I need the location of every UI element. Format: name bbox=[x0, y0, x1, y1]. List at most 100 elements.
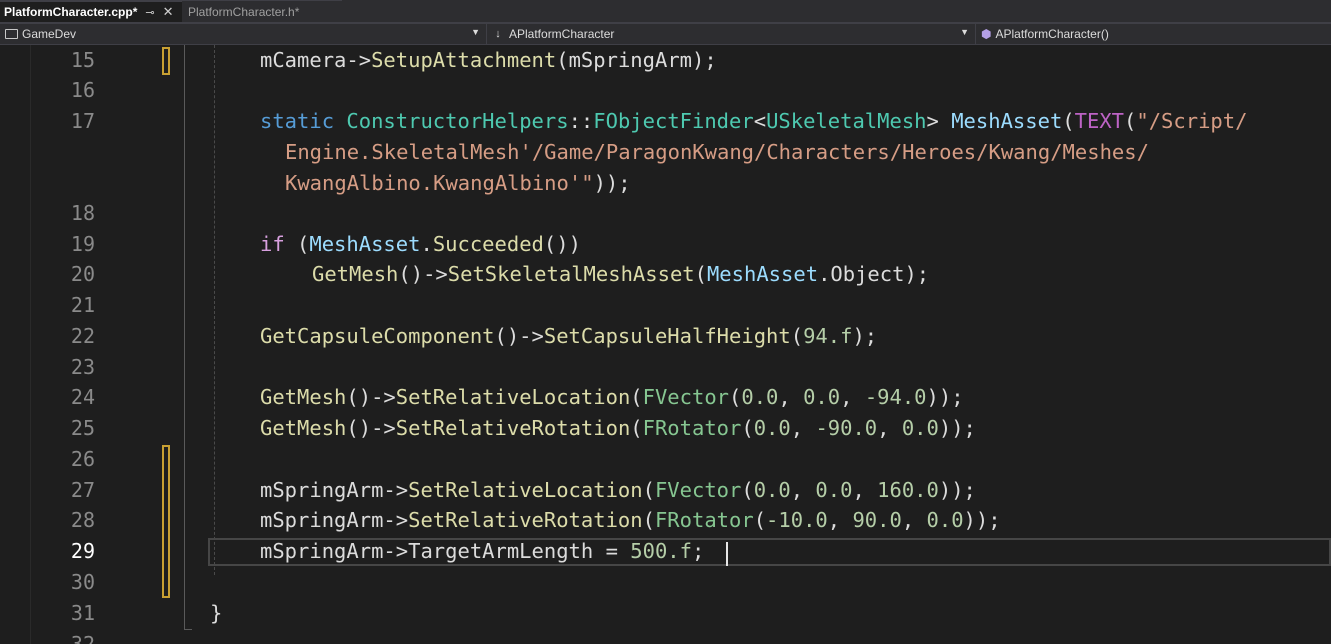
class-scope-icon: ↓ bbox=[495, 28, 501, 40]
code-token: ()) bbox=[543, 232, 581, 256]
code-token: , bbox=[840, 385, 865, 409]
code-token: < bbox=[753, 109, 767, 133]
code-line[interactable]: 16 bbox=[0, 75, 1331, 105]
member-dropdown[interactable]: ⬢ APlatformCharacter() bbox=[976, 24, 1331, 44]
code-line[interactable]: 20 GetMesh()->SetSkeletalMeshAsset(MeshAs… bbox=[0, 259, 1331, 289]
code-token: ( bbox=[729, 385, 742, 409]
code-line[interactable]: 30 bbox=[0, 567, 1331, 597]
code-line[interactable]: 26 bbox=[0, 444, 1331, 474]
code-token: 0.0 bbox=[901, 416, 939, 440]
code-token: , bbox=[901, 508, 927, 532]
code-line[interactable]: 32 bbox=[0, 629, 1331, 644]
code-line[interactable]: 27 mSpringArm->SetRelativeLocation(FVecto… bbox=[0, 475, 1331, 505]
code-token: 0.0 bbox=[926, 508, 964, 532]
code-editor[interactable]: 15 mCamera->SetupAttachment(mSpringArm); 1… bbox=[0, 45, 1331, 644]
code-token: :: bbox=[568, 109, 594, 133]
code-token: GetMesh bbox=[312, 262, 399, 286]
tab-label: PlatformCharacter.h* bbox=[188, 4, 300, 19]
code-token: 90.0 bbox=[852, 508, 902, 532]
tab-platformcharacter-h[interactable]: PlatformCharacter.h* bbox=[182, 0, 342, 22]
code-token: , bbox=[877, 416, 902, 440]
code-text: mSpringArm->TargetArmLength = 500.f; bbox=[260, 536, 704, 566]
method-cube-icon: ⬢ bbox=[981, 27, 992, 41]
code-line[interactable]: 18 bbox=[0, 198, 1331, 228]
code-text: mSpringArm->SetRelativeRotation(FRotator… bbox=[260, 505, 1001, 535]
code-token: mSpringArm->TargetArmLength = bbox=[260, 539, 631, 563]
code-token: -94.0 bbox=[864, 385, 927, 409]
code-token: SetCapsuleHalfHeight bbox=[543, 324, 791, 348]
code-text: static ConstructorHelpers::FObjectFinder… bbox=[260, 106, 1247, 136]
code-token: TEXT bbox=[1074, 109, 1125, 133]
code-token: FObjectFinder bbox=[593, 109, 754, 133]
code-token: )); bbox=[593, 171, 631, 195]
code-token: 500.f bbox=[630, 539, 692, 563]
code-token: KwangAlbino.KwangAlbino'" bbox=[285, 171, 594, 195]
code-token: GetMesh bbox=[260, 416, 347, 440]
code-token: > bbox=[926, 109, 952, 133]
line-number: 21 bbox=[70, 293, 95, 317]
code-line[interactable]: 28 mSpringArm->SetRelativeRotation(FRotat… bbox=[0, 505, 1331, 535]
code-line[interactable]: 15 mCamera->SetupAttachment(mSpringArm); bbox=[0, 45, 1331, 75]
code-token: ()-> bbox=[494, 324, 544, 348]
code-text: mSpringArm->SetRelativeLocation(FVector(… bbox=[260, 475, 976, 505]
code-token: USkeletalMesh bbox=[766, 109, 927, 133]
line-number: 24 bbox=[70, 385, 95, 409]
line-number: 30 bbox=[70, 570, 95, 594]
line-number: 31 bbox=[70, 601, 95, 625]
project-dropdown[interactable]: GameDev ▼ bbox=[0, 24, 487, 44]
code-token: ( bbox=[694, 262, 707, 286]
class-name: APlatformCharacter bbox=[509, 27, 615, 41]
line-number: 23 bbox=[70, 355, 95, 379]
code-line[interactable]: 25 GetMesh()->SetRelativeRotation(FRotato… bbox=[0, 413, 1331, 443]
code-token: , bbox=[790, 416, 816, 440]
document-tab-strip: PlatformCharacter.cpp* ⊸ ✕ PlatformChara… bbox=[0, 0, 1331, 24]
code-token: ()-> bbox=[398, 262, 448, 286]
code-token: FRotator bbox=[642, 416, 742, 440]
code-token: "/Script/ bbox=[1136, 109, 1248, 133]
code-token: ( bbox=[741, 478, 754, 502]
code-line[interactable]: 31} bbox=[0, 598, 1331, 628]
code-line[interactable]: 21 bbox=[0, 290, 1331, 320]
code-text: } bbox=[210, 598, 222, 628]
navigation-bar: GameDev ▼ ↓ APlatformCharacter ▼ ⬢ APlat… bbox=[0, 24, 1331, 45]
code-token: ( bbox=[630, 416, 643, 440]
code-token: FVector bbox=[654, 478, 742, 502]
code-token: , bbox=[852, 478, 878, 502]
code-token: ()-> bbox=[346, 385, 396, 409]
code-line[interactable]: 17 static ConstructorHelpers::FObjectFind… bbox=[0, 106, 1331, 136]
code-token: ( bbox=[790, 324, 804, 348]
code-token: )); bbox=[938, 416, 976, 440]
code-line[interactable]: 29 mSpringArm->TargetArmLength = 500.f; bbox=[0, 536, 1331, 566]
code-line[interactable]: 23 bbox=[0, 352, 1331, 382]
close-icon[interactable]: ✕ bbox=[163, 5, 174, 20]
line-number: 28 bbox=[70, 508, 95, 532]
line-number: 20 bbox=[70, 262, 95, 286]
line-number: 26 bbox=[70, 447, 95, 471]
tab-platformcharacter-cpp[interactable]: PlatformCharacter.cpp* ⊸ ✕ bbox=[0, 0, 182, 22]
code-line[interactable]: 24 GetMesh()->SetRelativeLocation(FVector… bbox=[0, 382, 1331, 412]
code-text: if (MeshAsset.Succeeded()) bbox=[260, 229, 581, 259]
code-line[interactable]: Engine.SkeletalMesh'/Game/ParagonKwang/C… bbox=[0, 137, 1331, 167]
code-line[interactable]: KwangAlbino.KwangAlbino'")); bbox=[0, 168, 1331, 198]
line-number: 32 bbox=[70, 632, 95, 644]
code-text: mCamera->SetupAttachment(mSpringArm); bbox=[260, 45, 717, 75]
code-line[interactable]: 19 if (MeshAsset.Succeeded()) bbox=[0, 229, 1331, 259]
code-token: GetMesh bbox=[260, 385, 347, 409]
class-dropdown[interactable]: ↓ APlatformCharacter ▼ bbox=[487, 24, 976, 44]
code-token: ( bbox=[642, 478, 655, 502]
code-token: 94.f bbox=[803, 324, 853, 348]
code-token: ( bbox=[741, 416, 754, 440]
line-number: 17 bbox=[70, 109, 95, 133]
chevron-down-icon: ▼ bbox=[471, 27, 480, 37]
code-token: , bbox=[778, 385, 804, 409]
code-text: GetMesh()->SetRelativeLocation(FVector(0… bbox=[260, 382, 964, 412]
code-line[interactable]: 22 GetCapsuleComponent()->SetCapsuleHalfH… bbox=[0, 321, 1331, 351]
code-token: 0.0 bbox=[753, 478, 791, 502]
pin-icon[interactable]: ⊸ bbox=[145, 6, 154, 19]
line-number: 18 bbox=[70, 201, 95, 225]
code-token: SetRelativeRotation bbox=[408, 508, 643, 532]
code-token: ( bbox=[642, 508, 655, 532]
code-token: ( bbox=[1124, 109, 1137, 133]
code-token: Succeeded bbox=[432, 232, 544, 256]
code-text: GetMesh()->SetSkeletalMeshAsset(MeshAsse… bbox=[312, 259, 929, 289]
